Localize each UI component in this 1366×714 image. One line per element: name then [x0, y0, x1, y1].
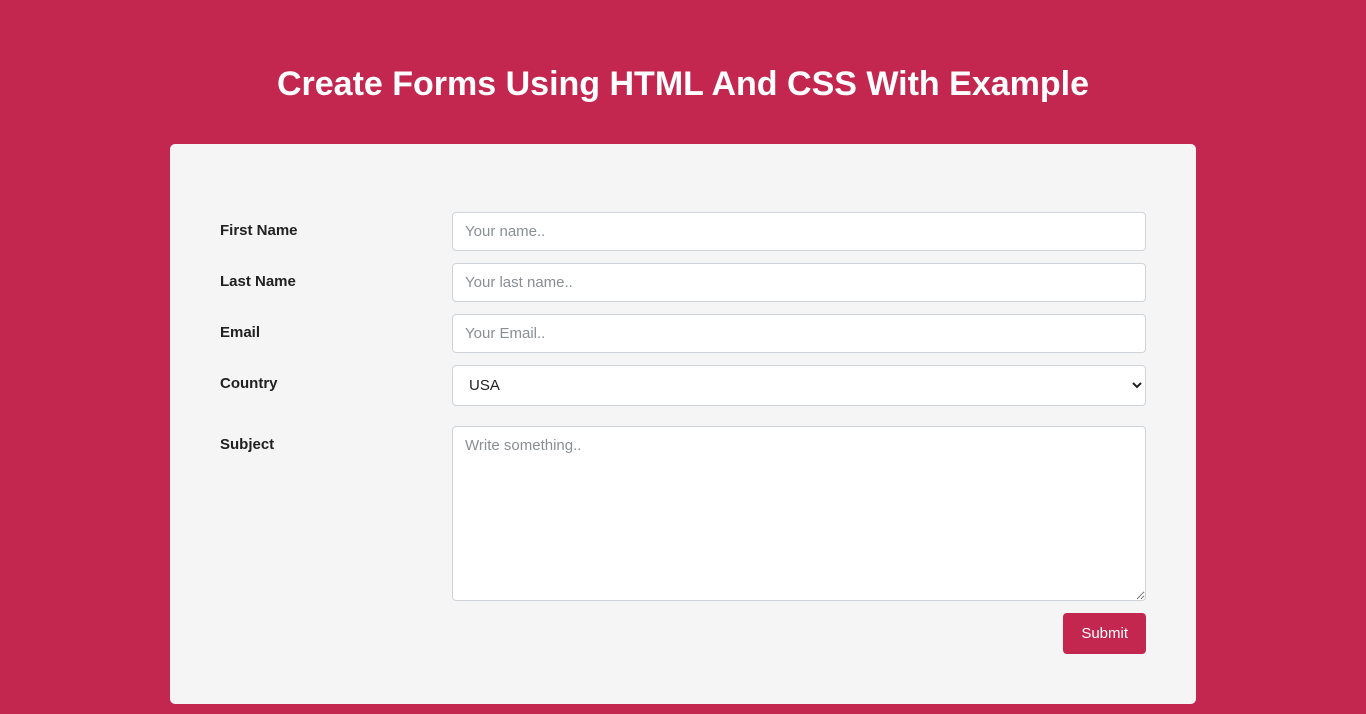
- country-row: Country USA: [220, 365, 1146, 406]
- subject-textarea[interactable]: [452, 426, 1146, 601]
- submit-row: Submit: [220, 613, 1146, 654]
- submit-button[interactable]: Submit: [1063, 613, 1146, 654]
- subject-row: Subject: [220, 426, 1146, 601]
- last-name-label: Last Name: [220, 263, 452, 290]
- first-name-label: First Name: [220, 212, 452, 239]
- email-input[interactable]: [452, 314, 1146, 353]
- first-name-row: First Name: [220, 212, 1146, 251]
- first-name-input[interactable]: [452, 212, 1146, 251]
- country-select[interactable]: USA: [452, 365, 1146, 406]
- email-row: Email: [220, 314, 1146, 353]
- email-label: Email: [220, 314, 452, 341]
- page-title: Create Forms Using HTML And CSS With Exa…: [0, 0, 1366, 144]
- last-name-row: Last Name: [220, 263, 1146, 302]
- subject-label: Subject: [220, 426, 452, 453]
- form-container: First Name Last Name Email Country USA S…: [170, 144, 1196, 704]
- country-label: Country: [220, 365, 452, 392]
- last-name-input[interactable]: [452, 263, 1146, 302]
